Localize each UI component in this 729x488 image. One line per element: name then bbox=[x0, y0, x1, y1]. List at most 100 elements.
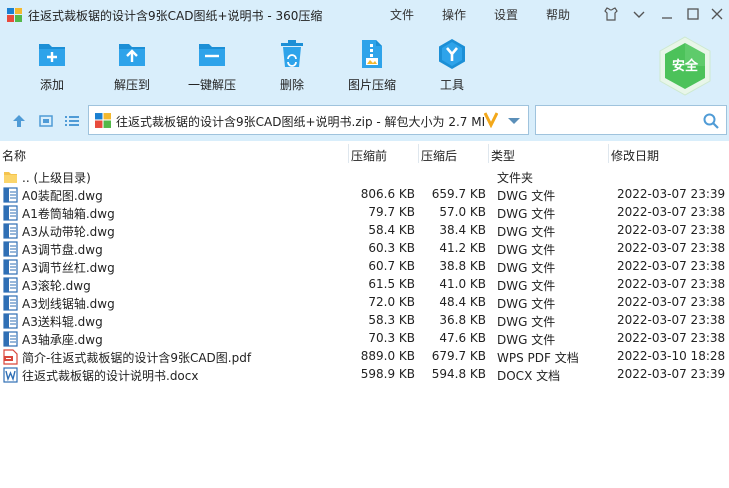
file-type: DWG 文件 bbox=[497, 333, 556, 347]
search-input[interactable] bbox=[540, 110, 690, 130]
address-field[interactable]: 往返式裁板锯的设计含9张CAD图纸+说明书.zip - 解包大小为 2.7 MB bbox=[88, 105, 529, 135]
dwg-file-icon bbox=[3, 331, 18, 347]
pdf-file-icon bbox=[3, 349, 18, 365]
column-divider[interactable] bbox=[488, 144, 489, 163]
file-compressed-size: 41.2 KB bbox=[439, 241, 486, 255]
dwg-file-icon bbox=[3, 223, 18, 239]
file-size: 60.3 KB bbox=[368, 241, 415, 255]
table-row[interactable]: A3从动带轮.dwg 58.4 KB 38.4 KB DWG 文件 2022-0… bbox=[0, 222, 729, 240]
tools-icon bbox=[439, 39, 465, 69]
file-compressed-size: 41.0 KB bbox=[439, 277, 486, 291]
menu-file[interactable]: 文件 bbox=[390, 6, 414, 23]
security-shield-badge[interactable]: 安全 bbox=[654, 35, 716, 97]
table-row[interactable]: A0装配图.dwg 806.6 KB 659.7 KB DWG 文件 2022-… bbox=[0, 186, 729, 204]
dwg-file-icon bbox=[3, 187, 18, 203]
table-row[interactable]: 简介-往返式裁板锯的设计含9张CAD图.pdf 889.0 KB 679.7 K… bbox=[0, 348, 729, 366]
file-size: 806.6 KB bbox=[360, 187, 415, 201]
column-header-date[interactable]: 修改日期 bbox=[611, 147, 659, 164]
menu-settings[interactable]: 设置 bbox=[494, 6, 518, 23]
file-compressed-size: 38.8 KB bbox=[439, 259, 486, 273]
delete-button[interactable]: 删除 bbox=[257, 38, 327, 96]
file-date: 2022-03-07 23:38 bbox=[617, 223, 726, 237]
column-divider[interactable] bbox=[418, 144, 419, 163]
search-field[interactable] bbox=[535, 105, 727, 135]
list-view-icon[interactable] bbox=[64, 113, 80, 129]
column-divider[interactable] bbox=[348, 144, 349, 163]
table-row[interactable]: A3划线锯轴.dwg 72.0 KB 48.4 KB DWG 文件 2022-0… bbox=[0, 294, 729, 312]
up-arrow-icon[interactable] bbox=[11, 113, 27, 129]
menu-help[interactable]: 帮助 bbox=[546, 6, 570, 23]
file-compressed-size: 679.7 KB bbox=[431, 349, 486, 363]
file-size: 70.3 KB bbox=[368, 331, 415, 345]
file-size: 58.3 KB bbox=[368, 313, 415, 327]
safe-status-label: 安全 bbox=[671, 59, 698, 74]
table-row[interactable]: A3调节盘.dwg 60.3 KB 41.2 KB DWG 文件 2022-03… bbox=[0, 240, 729, 258]
close-icon[interactable] bbox=[708, 5, 726, 23]
table-row[interactable]: A3滚轮.dwg 61.5 KB 41.0 KB DWG 文件 2022-03-… bbox=[0, 276, 729, 294]
dwg-file-icon bbox=[3, 205, 18, 221]
file-name: A0装配图.dwg bbox=[22, 189, 103, 203]
table-row[interactable]: 往返式裁板锯的设计说明书.docx 598.9 KB 594.8 KB DOCX… bbox=[0, 366, 729, 384]
verified-check-icon bbox=[484, 112, 498, 128]
table-row-parent-dir[interactable]: .. (上级目录) 文件夹 bbox=[0, 168, 729, 186]
file-type: DWG 文件 bbox=[497, 189, 556, 203]
file-name: A1卷筒轴箱.dwg bbox=[22, 207, 115, 221]
file-size: 72.0 KB bbox=[368, 295, 415, 309]
delete-icon bbox=[281, 40, 303, 67]
extract-to-icon bbox=[119, 44, 145, 66]
file-date: 2022-03-07 23:38 bbox=[617, 331, 726, 345]
one-click-extract-button[interactable]: 一键解压 bbox=[177, 38, 247, 96]
file-type: DOCX 文档 bbox=[497, 369, 561, 383]
file-type: DWG 文件 bbox=[497, 279, 556, 293]
file-type: DWG 文件 bbox=[497, 315, 556, 329]
add-file-icon bbox=[39, 44, 65, 66]
skin-shirt-icon[interactable] bbox=[602, 5, 620, 23]
tools-button[interactable]: 工具 bbox=[417, 38, 487, 96]
extract-to-button-label: 解压到 bbox=[113, 78, 150, 92]
thumbnail-view-icon[interactable] bbox=[38, 113, 54, 129]
file-compressed-size: 659.7 KB bbox=[431, 187, 486, 201]
file-type: DWG 文件 bbox=[497, 243, 556, 257]
file-date: 2022-03-07 23:39 bbox=[617, 367, 726, 381]
extract-to-button[interactable]: 解压到 bbox=[97, 38, 167, 96]
dwg-file-icon bbox=[3, 277, 18, 293]
file-compressed-size: 47.6 KB bbox=[439, 331, 486, 345]
file-size: 58.4 KB bbox=[368, 223, 415, 237]
column-header-name[interactable]: 名称 bbox=[2, 147, 26, 164]
file-size: 60.7 KB bbox=[368, 259, 415, 273]
file-compressed-size: 594.8 KB bbox=[431, 367, 486, 381]
file-date: 2022-03-07 23:38 bbox=[617, 241, 726, 255]
minimize-icon[interactable] bbox=[658, 5, 676, 23]
docx-file-icon bbox=[3, 367, 18, 383]
file-type: DWG 文件 bbox=[497, 297, 556, 311]
file-name: A3调节丝杠.dwg bbox=[22, 261, 115, 275]
maximize-icon[interactable] bbox=[684, 5, 702, 23]
table-row[interactable]: A3送料辊.dwg 58.3 KB 36.8 KB DWG 文件 2022-03… bbox=[0, 312, 729, 330]
table-row[interactable]: A1卷筒轴箱.dwg 79.7 KB 57.0 KB DWG 文件 2022-0… bbox=[0, 204, 729, 222]
add-button[interactable]: 添加 bbox=[17, 38, 87, 96]
delete-button-label: 删除 bbox=[279, 78, 304, 92]
search-icon[interactable] bbox=[702, 112, 720, 130]
window-title: 往返式裁板锯的设计含9张CAD图纸+说明书 - 360压缩 bbox=[28, 9, 323, 23]
file-type: DWG 文件 bbox=[497, 261, 556, 275]
image-compress-button[interactable]: 图片压缩 bbox=[337, 38, 407, 96]
dropdown-menu-icon[interactable] bbox=[630, 5, 648, 23]
table-row[interactable]: A3轴承座.dwg 70.3 KB 47.6 KB DWG 文件 2022-03… bbox=[0, 330, 729, 348]
file-size: 61.5 KB bbox=[368, 277, 415, 291]
address-dropdown-icon[interactable] bbox=[507, 116, 521, 126]
table-row[interactable]: A3调节丝杠.dwg 60.7 KB 38.8 KB DWG 文件 2022-0… bbox=[0, 258, 729, 276]
file-compressed-size: 48.4 KB bbox=[439, 295, 486, 309]
file-date: 2022-03-07 23:38 bbox=[617, 277, 726, 291]
file-type: 文件夹 bbox=[497, 171, 534, 185]
file-type: DWG 文件 bbox=[497, 225, 556, 239]
dwg-file-icon bbox=[3, 259, 18, 275]
file-name: A3滚轮.dwg bbox=[22, 279, 91, 293]
column-divider[interactable] bbox=[608, 144, 609, 163]
column-header-type[interactable]: 类型 bbox=[491, 147, 515, 164]
file-name: .. (上级目录) bbox=[22, 171, 91, 185]
column-header-size[interactable]: 压缩前 bbox=[351, 147, 387, 164]
menu-operate[interactable]: 操作 bbox=[442, 6, 466, 23]
image-compress-button-label: 图片压缩 bbox=[347, 78, 396, 92]
column-header-compressed[interactable]: 压缩后 bbox=[421, 147, 457, 164]
dwg-file-icon bbox=[3, 313, 18, 329]
